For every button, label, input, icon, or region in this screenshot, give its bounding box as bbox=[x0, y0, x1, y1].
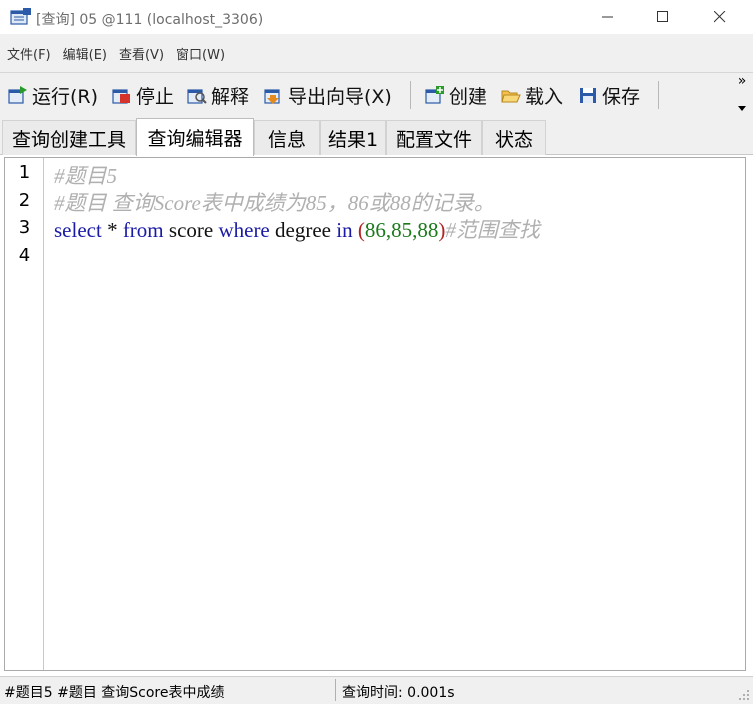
status-query-time: 查询时间: 0.001s bbox=[342, 685, 455, 701]
stop-icon bbox=[112, 85, 132, 105]
export-label: 导出向导(X) bbox=[288, 85, 392, 108]
load-button[interactable]: 载入 bbox=[501, 73, 563, 117]
token-open-paren: ( bbox=[352, 218, 365, 242]
sql-editor[interactable]: 1 2 3 4 #题目5 #题目 查询Score表中成绩为85，86或88的记录… bbox=[4, 157, 746, 671]
line-number: 1 bbox=[18, 162, 31, 183]
maximize-button[interactable] bbox=[640, 0, 686, 34]
explain-label: 解释 bbox=[211, 85, 250, 108]
run-icon bbox=[8, 85, 28, 105]
create-label: 创建 bbox=[449, 85, 488, 108]
resize-grip-icon[interactable] bbox=[738, 689, 750, 701]
keyword-from: from bbox=[122, 218, 164, 242]
title-bar: [查询] 05 @111 (localhost_3306) bbox=[0, 0, 753, 34]
tab-query-editor[interactable]: 查询编辑器 bbox=[136, 118, 254, 156]
toolbar-overflow-button[interactable]: » bbox=[733, 73, 751, 115]
save-label: 保存 bbox=[602, 85, 641, 108]
stop-button[interactable]: 停止 bbox=[112, 73, 174, 117]
line-number: 2 bbox=[18, 190, 31, 211]
menu-file[interactable]: 文件(F) bbox=[7, 44, 51, 63]
code-line-2: #题目 查询Score表中成绩为85，86或88的记录。 bbox=[54, 191, 495, 215]
load-label: 载入 bbox=[525, 85, 564, 108]
explain-button[interactable]: 解释 bbox=[187, 73, 249, 117]
line-number: 4 bbox=[18, 245, 31, 266]
overflow-dropdown-icon bbox=[733, 101, 751, 113]
minimize-button[interactable] bbox=[585, 0, 631, 34]
toolbar: 运行(R) 停止 解释 导出向导(X) 创建 载入 保存 » bbox=[0, 72, 753, 116]
token-values: 86,85,88 bbox=[364, 218, 439, 242]
export-wizard-button[interactable]: 导出向导(X) bbox=[264, 73, 392, 117]
run-label: 运行(R) bbox=[32, 85, 99, 108]
close-button[interactable] bbox=[697, 0, 743, 34]
create-button[interactable]: 创建 bbox=[425, 73, 487, 117]
line-number-gutter: 1 2 3 4 bbox=[5, 158, 44, 670]
stop-label: 停止 bbox=[136, 85, 175, 108]
line-number: 3 bbox=[18, 217, 31, 238]
status-separator bbox=[335, 679, 336, 701]
overflow-chevron-icon: » bbox=[737, 73, 747, 89]
keyword-in: in bbox=[336, 218, 353, 242]
keyword-where: where bbox=[218, 218, 270, 242]
tab-query-builder[interactable]: 查询创建工具 bbox=[2, 120, 136, 155]
menu-bar: 文件(F) 编辑(E) 查看(V) 窗口(W) bbox=[0, 34, 753, 72]
keyword-select: select bbox=[54, 218, 102, 242]
save-button[interactable]: 保存 bbox=[578, 73, 640, 117]
tab-strip: 查询创建工具 查询编辑器 信息 结果1 配置文件 状态 bbox=[0, 116, 753, 156]
inline-comment: #范围查找 bbox=[445, 218, 540, 242]
token-column: degree bbox=[269, 218, 337, 242]
menu-window[interactable]: 窗口(W) bbox=[176, 44, 225, 63]
explain-icon bbox=[187, 85, 207, 105]
token-table: score bbox=[163, 218, 219, 242]
toolbar-separator bbox=[410, 81, 411, 109]
status-bar: #题目5 #题目 查询Score表中成绩 查询时间: 0.001s bbox=[0, 676, 753, 704]
toolbar-separator bbox=[658, 81, 659, 109]
query-window-icon bbox=[10, 8, 32, 26]
create-icon bbox=[425, 85, 445, 105]
run-button[interactable]: 运行(R) bbox=[8, 73, 98, 117]
code-line-1: #题目5 bbox=[54, 164, 117, 188]
window-title: [查询] 05 @111 (localhost_3306) bbox=[36, 12, 264, 28]
tab-profile[interactable]: 配置文件 bbox=[386, 120, 482, 155]
status-query-text: #题目5 #题目 查询Score表中成绩 bbox=[4, 685, 225, 701]
token-star: * bbox=[101, 218, 123, 242]
folder-open-icon bbox=[501, 85, 521, 105]
export-icon bbox=[264, 85, 284, 105]
tab-result-1[interactable]: 结果1 bbox=[320, 120, 386, 155]
floppy-disk-icon bbox=[578, 85, 598, 105]
menu-view[interactable]: 查看(V) bbox=[119, 44, 164, 63]
menu-edit[interactable]: 编辑(E) bbox=[63, 44, 107, 63]
tab-status[interactable]: 状态 bbox=[482, 120, 546, 155]
code-line-3: select * from score where degree in (86,… bbox=[54, 214, 540, 244]
tab-info[interactable]: 信息 bbox=[254, 120, 320, 155]
